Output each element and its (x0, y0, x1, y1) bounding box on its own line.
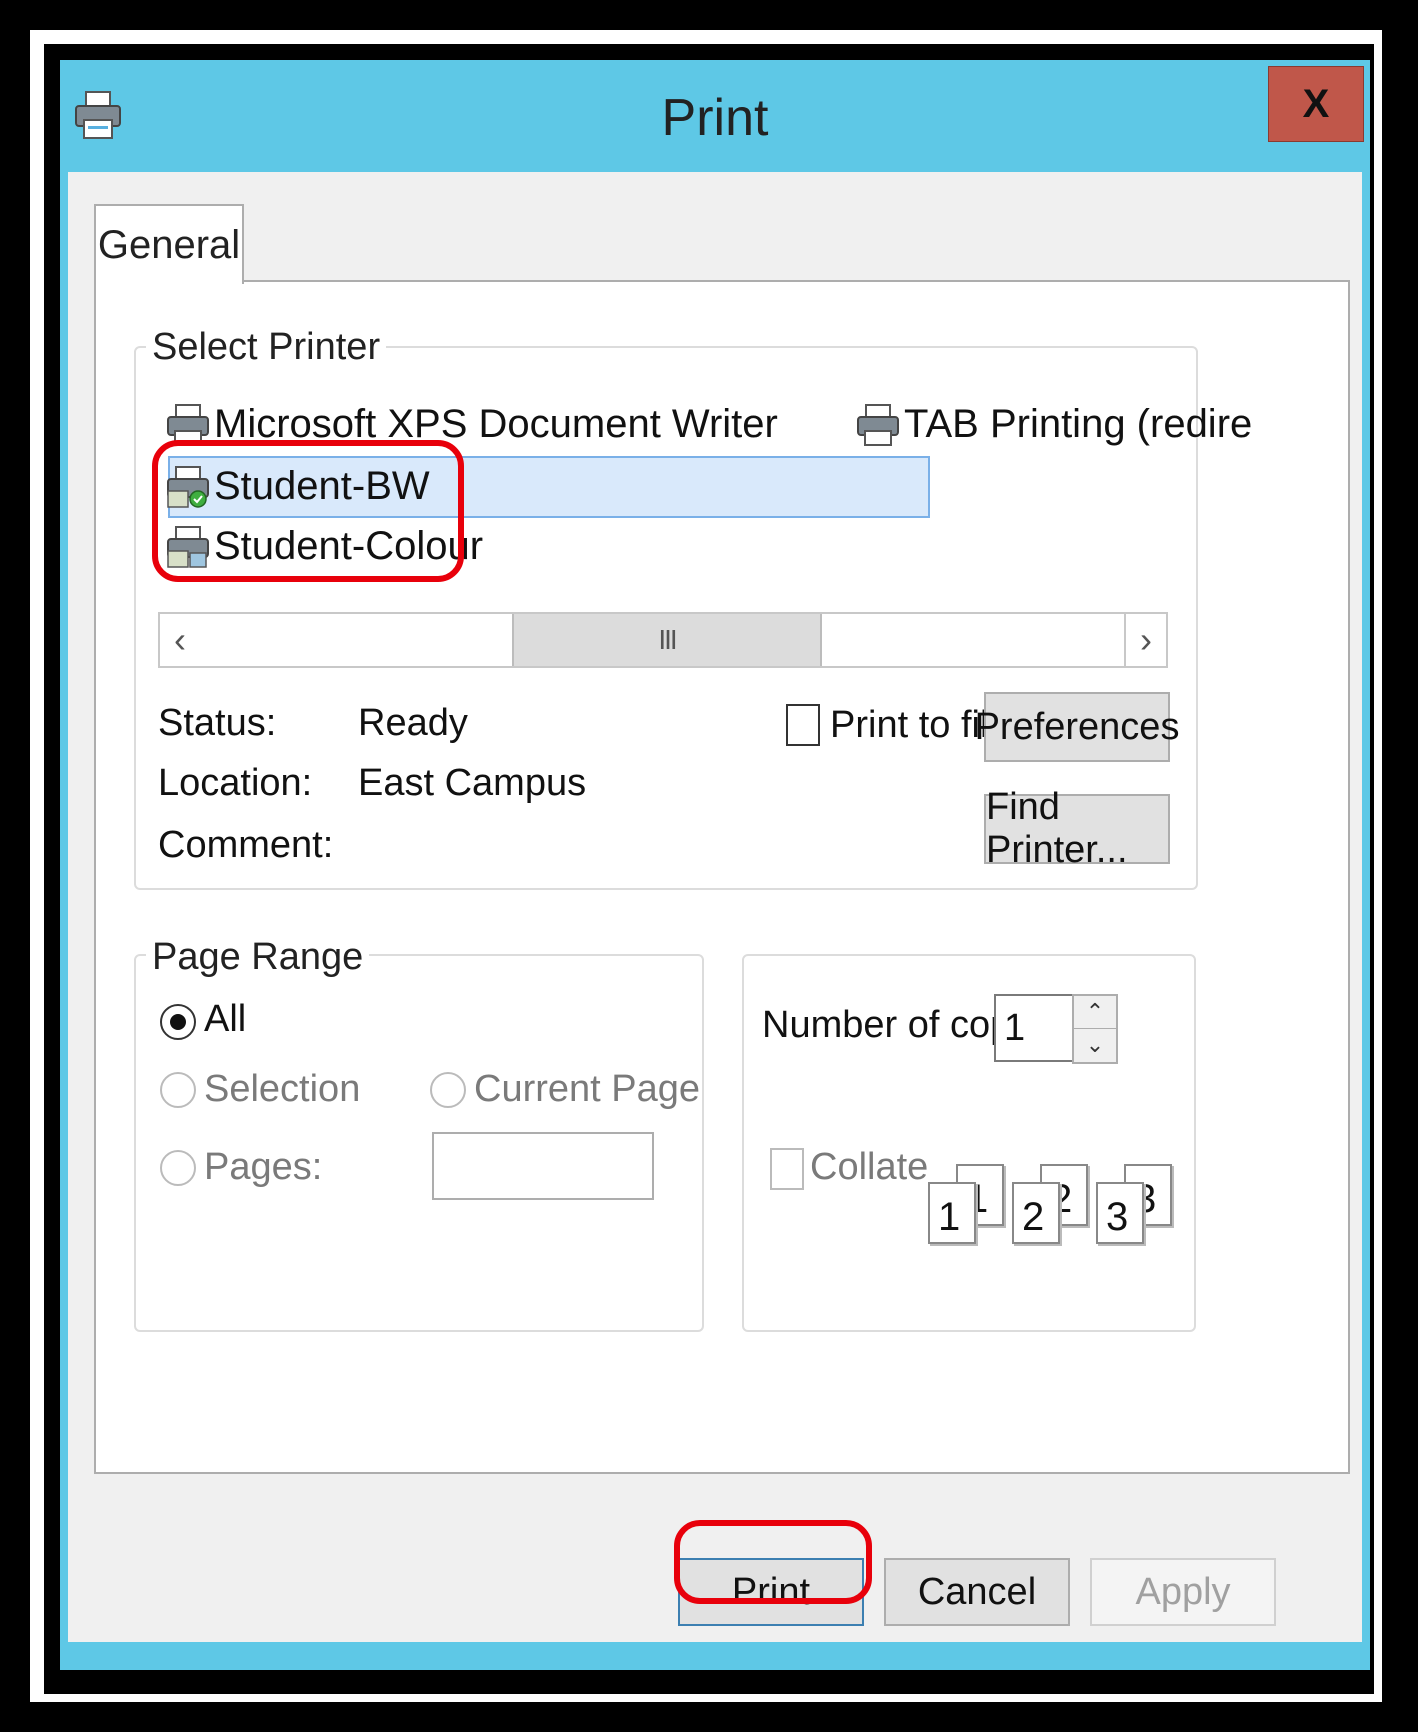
status-value: Ready (358, 702, 468, 744)
close-button[interactable]: X (1268, 66, 1364, 142)
collate-checkbox[interactable] (770, 1148, 804, 1190)
tab-general[interactable]: General (94, 204, 244, 284)
find-printer-button[interactable]: Find Printer... (984, 786, 1170, 871)
page-icon: 2 (1012, 1182, 1060, 1244)
pages-input[interactable] (432, 1132, 654, 1200)
current-page-label[interactable]: Current Page (474, 1068, 700, 1111)
general-tab-panel: Select Printer Microsoft XPS Document Wr… (94, 280, 1350, 1474)
current-page-radio[interactable] (430, 1072, 466, 1108)
select-printer-label: Select Printer (146, 326, 387, 369)
radio-dot (170, 1014, 186, 1030)
window-bottom-border (60, 1642, 1370, 1670)
spin-up-arrow[interactable]: ⌃ (1074, 996, 1116, 1029)
selection-label[interactable]: Selection (204, 1068, 360, 1111)
page-icon: 3 (1096, 1182, 1144, 1244)
print-dialog: Print X General Select Printer Microsoft… (60, 60, 1370, 1670)
scroll-right-arrow[interactable]: › (1124, 614, 1166, 666)
location-value: East Campus (358, 762, 587, 804)
scroll-thumb[interactable]: III (512, 614, 822, 666)
spin-down-arrow[interactable]: ⌄ (1074, 1029, 1116, 1061)
preferences-button[interactable]: Preferences (975, 692, 1179, 762)
copies-input[interactable]: 1 (994, 994, 1080, 1062)
copies-spinner[interactable]: ⌃ ⌄ (1072, 994, 1118, 1064)
dialog-body: General Select Printer Microsoft XPS Doc… (68, 172, 1362, 1642)
title-bar: Print X (60, 60, 1370, 172)
scroll-left-arrow[interactable]: ‹ (160, 614, 200, 666)
pages-label[interactable]: Pages: (204, 1146, 322, 1189)
printer-icon (857, 403, 899, 446)
annotation-highlight-print-button (674, 1520, 872, 1604)
page-icon: 1 (928, 1182, 976, 1244)
apply-button[interactable]: Apply (1090, 1558, 1276, 1626)
all-label[interactable]: All (204, 998, 246, 1041)
printer-name: TAB Printing (redire (904, 402, 1253, 446)
print-to-file-checkbox[interactable] (786, 704, 820, 746)
selection-radio[interactable] (160, 1072, 196, 1108)
dialog-title: Print (661, 89, 769, 147)
status-label: Status: (158, 702, 277, 744)
collate-label[interactable]: Collate (810, 1146, 928, 1189)
page-range-label: Page Range (146, 936, 370, 979)
pages-radio[interactable] (160, 1150, 196, 1186)
location-label: Location: (158, 762, 313, 804)
printer-item-tab-printing[interactable]: TAB Printing (redire (856, 402, 1252, 447)
cancel-button[interactable]: Cancel (884, 1558, 1070, 1626)
comment-label: Comment: (158, 824, 334, 866)
printer-list-scrollbar[interactable]: ‹ III › (158, 612, 1168, 668)
all-radio[interactable] (160, 1004, 196, 1040)
annotation-highlight-printers (152, 440, 464, 582)
